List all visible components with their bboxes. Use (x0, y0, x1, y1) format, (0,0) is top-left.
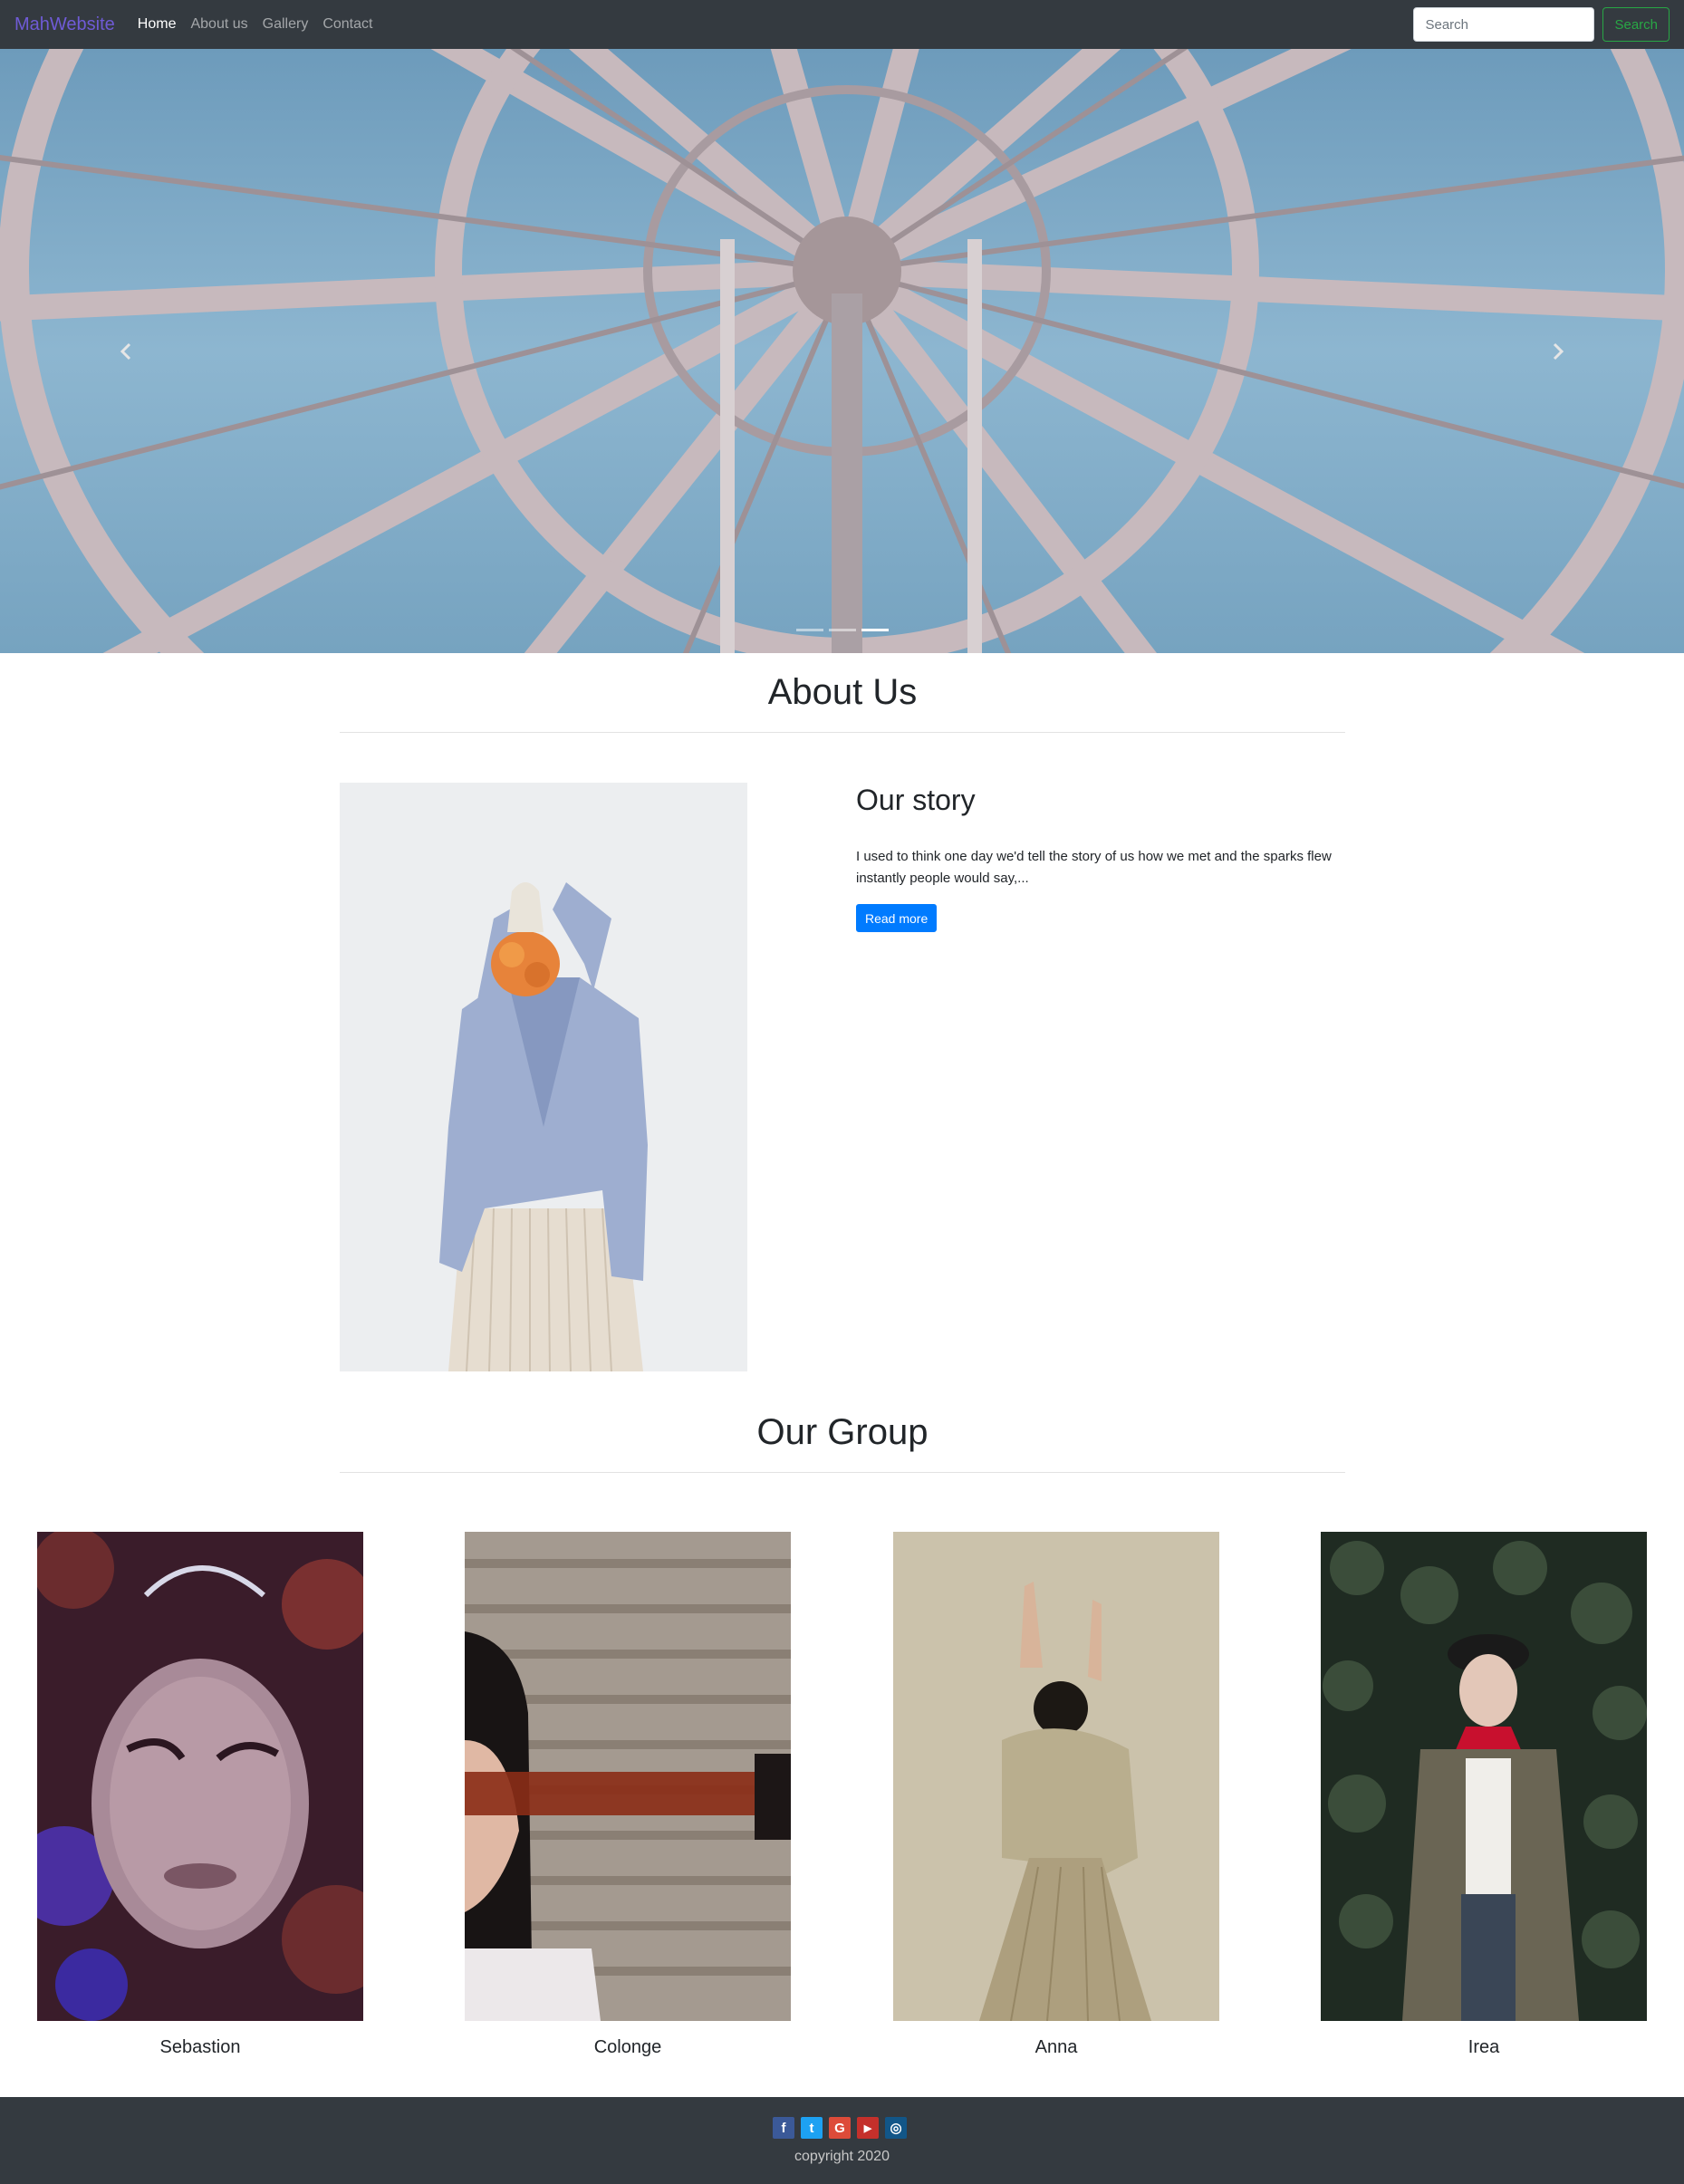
member-photo (893, 1532, 1219, 2021)
navbar: MahWebsite Home About us Gallery Contact… (0, 0, 1684, 49)
group-member-card: Irea (1321, 1532, 1647, 2058)
carousel-indicators (0, 629, 1684, 631)
nav-link-gallery[interactable]: Gallery (263, 16, 309, 33)
nav-link-about-us[interactable]: About us (190, 16, 247, 33)
story-text: I used to think one day we'd tell the st… (856, 849, 1332, 886)
member-name: Colonge (593, 2037, 662, 2057)
member-photo (465, 1532, 791, 2021)
member-name: Irea (1467, 2037, 1500, 2057)
search-input[interactable] (1413, 7, 1595, 42)
member-name: Anna (1034, 2037, 1078, 2057)
group-divider (340, 1472, 1345, 1473)
google-icon[interactable]: G (829, 2117, 851, 2139)
search-button[interactable]: Search (1602, 7, 1670, 42)
copyright-text: copyright 2020 (794, 2149, 890, 2164)
group-member-card: Colonge (465, 1532, 791, 2058)
carousel-indicator-2[interactable] (828, 629, 856, 631)
nav-link-contact[interactable]: Contact (322, 16, 372, 33)
search-form: Search (1413, 7, 1670, 42)
group-section-title: Our Group (756, 1412, 929, 1452)
member-photo (1321, 1532, 1647, 2021)
chevron-left-icon (120, 342, 131, 360)
instagram-icon[interactable]: ◎ (885, 2117, 907, 2139)
about-section-title: About Us (767, 672, 918, 712)
member-photo (37, 1532, 363, 2021)
about-image (340, 783, 747, 1371)
story-title: Our story (856, 784, 976, 816)
carousel-indicator-3[interactable] (861, 629, 889, 631)
footer (0, 2097, 1684, 2184)
youtube-icon[interactable]: ▶ (857, 2117, 879, 2139)
carousel-prev-control[interactable] (0, 49, 254, 653)
about-divider (340, 732, 1345, 733)
chevron-right-icon (1553, 342, 1564, 360)
social-links: f t G ▶ ◎ (773, 2117, 907, 2139)
facebook-icon[interactable]: f (773, 2117, 794, 2139)
carousel-indicator-1[interactable] (795, 629, 823, 631)
twitter-icon[interactable]: t (801, 2117, 823, 2139)
nav-link-home[interactable]: Home (138, 16, 177, 33)
group-member-card: Anna (893, 1532, 1219, 2058)
member-name: Sebastion (159, 2037, 241, 2057)
read-more-button[interactable]: Read more (856, 904, 938, 932)
hero-carousel (0, 49, 1684, 653)
group-member-card: Sebastion (37, 1532, 363, 2058)
brand-logo[interactable]: MahWebsite (14, 14, 115, 35)
carousel-next-control[interactable] (1430, 49, 1684, 653)
